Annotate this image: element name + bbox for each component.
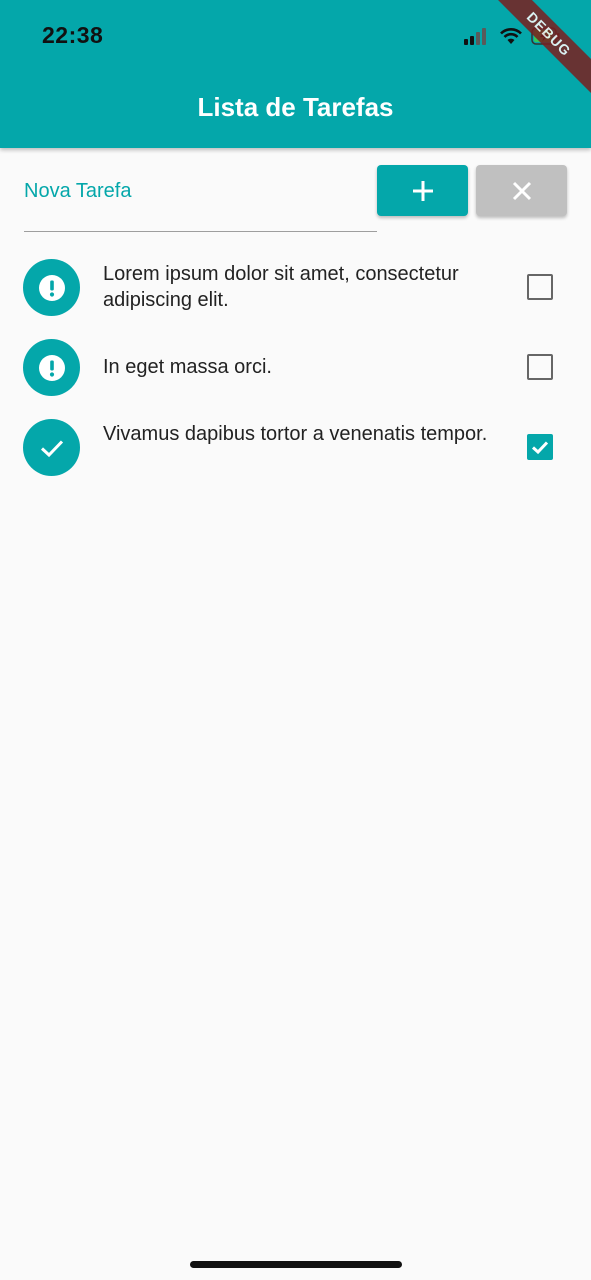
page-title: Lista de Tarefas bbox=[197, 92, 394, 122]
exclamation-icon bbox=[23, 259, 80, 316]
clear-task-button[interactable] bbox=[476, 165, 567, 216]
task-text: In eget massa orci. bbox=[103, 356, 272, 378]
app-bar: 22:38 DEBUG Lista de Tarefas bbox=[0, 0, 591, 148]
close-icon bbox=[512, 181, 531, 200]
status-time: 22:38 bbox=[42, 22, 104, 48]
add-task-button[interactable] bbox=[377, 165, 468, 216]
task-list: Lorem ipsum dolor sit amet, consectetur … bbox=[0, 247, 591, 487]
check-icon bbox=[23, 419, 80, 476]
task-item[interactable]: In eget massa orci. bbox=[0, 327, 591, 407]
exclamation-icon bbox=[23, 339, 80, 396]
home-indicator[interactable] bbox=[190, 1261, 402, 1268]
plus-icon bbox=[412, 180, 433, 201]
wifi-icon bbox=[500, 28, 522, 44]
task-item[interactable]: Vivamus dapibus tortor a venenatis tempo… bbox=[0, 407, 591, 487]
debug-banner: DEBUG bbox=[483, 0, 591, 100]
task-text: Lorem ipsum dolor sit amet, consectetur … bbox=[103, 263, 459, 311]
new-task-input[interactable] bbox=[24, 160, 377, 220]
new-task-field[interactable] bbox=[24, 160, 377, 232]
task-text: Vivamus dapibus tortor a venenatis tempo… bbox=[103, 423, 488, 445]
signal-icon bbox=[464, 28, 486, 45]
task-checkbox[interactable] bbox=[527, 354, 553, 380]
task-checkbox[interactable] bbox=[527, 434, 553, 460]
checkmark-icon bbox=[531, 441, 549, 455]
task-item[interactable]: Lorem ipsum dolor sit amet, consectetur … bbox=[0, 247, 591, 327]
task-checkbox[interactable] bbox=[527, 274, 553, 300]
